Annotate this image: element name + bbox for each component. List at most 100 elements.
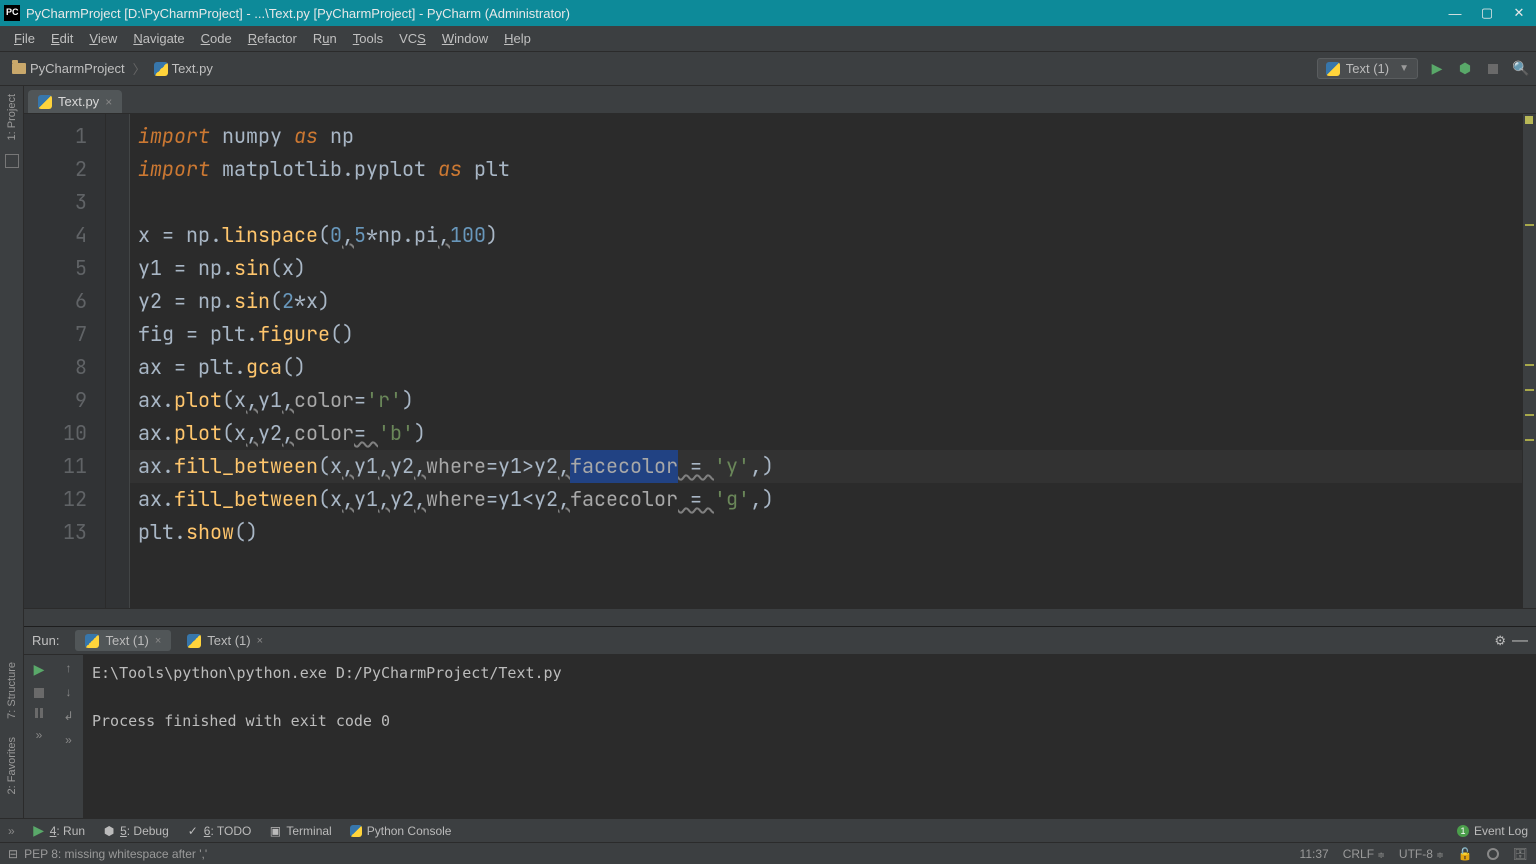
up-stack-button[interactable]: ↑: [66, 661, 72, 675]
warning-marker[interactable]: [1525, 364, 1534, 366]
line-number: 9: [30, 384, 87, 417]
soft-wrap-button[interactable]: ↲: [63, 709, 73, 723]
stop-run-button[interactable]: [34, 688, 44, 698]
status-bar: ⊟ PEP 8: missing whitespace after ',' 11…: [0, 842, 1536, 864]
menu-run[interactable]: Run: [305, 29, 345, 48]
minimize-panel-button[interactable]: —: [1512, 632, 1528, 650]
menu-refactor[interactable]: Refactor: [240, 29, 305, 48]
stop-button[interactable]: [1484, 60, 1502, 78]
python-icon: [85, 634, 99, 648]
play-icon: ▶: [1432, 60, 1443, 77]
python-console-tool-button[interactable]: Python Console: [350, 824, 452, 838]
maximize-button[interactable]: ▢: [1480, 6, 1494, 20]
line-number: 8: [30, 351, 87, 384]
close-tab-button[interactable]: ×: [155, 635, 161, 647]
expand-down-icon[interactable]: »: [36, 728, 43, 742]
search-icon: 🔍: [1512, 60, 1529, 77]
line-separator[interactable]: CRLF ≑: [1343, 847, 1385, 861]
minimize-button[interactable]: —: [1448, 6, 1462, 20]
run-side-toolbar-1: ▶ »: [24, 655, 54, 818]
play-icon: ▶: [33, 825, 45, 837]
run-config-label: Text (1): [1346, 61, 1389, 76]
python-icon: [350, 825, 362, 837]
bug-icon: ⬢: [103, 825, 115, 837]
run-tab-2[interactable]: Text (1) ×: [177, 630, 273, 651]
warning-marker[interactable]: [1525, 389, 1534, 391]
menu-help[interactable]: Help: [496, 29, 539, 48]
terminal-tool-button[interactable]: ▣Terminal: [269, 824, 331, 838]
run-tab-label: Text (1): [207, 633, 250, 648]
run-tool-button[interactable]: ▶4: 4: RunRun: [33, 824, 85, 838]
debug-button[interactable]: ⬢: [1456, 60, 1474, 78]
status-message: PEP 8: missing whitespace after ',': [24, 847, 207, 861]
line-number: 6: [30, 285, 87, 318]
menu-code[interactable]: Code: [193, 29, 240, 48]
run-tab-1[interactable]: Text (1) ×: [75, 630, 171, 651]
pycharm-icon: [4, 5, 20, 21]
close-tab-button[interactable]: ×: [105, 95, 112, 109]
console-line: E:\Tools\python\python.exe D:/PyCharmPro…: [92, 661, 1528, 685]
warning-marker[interactable]: [1525, 414, 1534, 416]
menu-file[interactable]: File: [6, 29, 43, 48]
warning-marker[interactable]: [1525, 439, 1534, 441]
favorites-tool-button[interactable]: 2: Favorites: [6, 733, 18, 798]
code-editor[interactable]: 1 2 3 4 5 6 7 8 9 10 11 12 13 import num…: [24, 114, 1536, 608]
todo-tool-button[interactable]: ✓6: TODO: [187, 824, 252, 838]
editor-tab-text-py[interactable]: Text.py ×: [28, 90, 122, 113]
lock-icon[interactable]: 🔓: [1458, 847, 1473, 861]
caret-position[interactable]: 11:37: [1300, 847, 1329, 861]
menu-edit[interactable]: Edit: [43, 29, 81, 48]
run-config-selector[interactable]: Text (1) ▼: [1317, 58, 1418, 79]
menu-tools[interactable]: Tools: [345, 29, 391, 48]
inspection-indicator-icon[interactable]: [1525, 116, 1533, 124]
project-tool-button[interactable]: 1: Project: [6, 90, 18, 144]
warning-marker[interactable]: [1525, 224, 1534, 226]
menu-window[interactable]: Window: [434, 29, 496, 48]
navigation-bar: PyCharmProject 〉 Text.py Text (1) ▼ ▶ ⬢ …: [0, 52, 1536, 86]
menu-view[interactable]: View: [81, 29, 125, 48]
run-header: Run: Text (1) × Text (1) × ⚙ —: [24, 627, 1536, 655]
editor-tab-label: Text.py: [58, 94, 99, 109]
memory-indicator-icon[interactable]: [1487, 848, 1499, 860]
structure-tool-button[interactable]: 7: Structure: [6, 658, 18, 723]
close-tab-button[interactable]: ×: [257, 635, 263, 647]
file-encoding[interactable]: UTF-8 ≑: [1399, 847, 1444, 861]
line-number: 1: [30, 120, 87, 153]
gear-icon[interactable]: ⚙: [1494, 633, 1506, 649]
line-number: 13: [30, 516, 87, 549]
run-console[interactable]: E:\Tools\python\python.exe D:/PyCharmPro…: [84, 655, 1536, 818]
editor-tabs: Text.py ×: [24, 86, 1536, 114]
run-button[interactable]: ▶: [1428, 60, 1446, 78]
line-number: 5: [30, 252, 87, 285]
close-button[interactable]: ✕: [1512, 6, 1526, 20]
python-icon: [1326, 62, 1340, 76]
down-stack-button[interactable]: ↓: [66, 685, 72, 699]
breadcrumb-project[interactable]: PyCharmProject: [6, 59, 131, 78]
menu-navigate[interactable]: Navigate: [125, 29, 192, 48]
main-area: 1: Project 7: Structure 2: Favorites Tex…: [0, 86, 1536, 818]
error-stripe[interactable]: [1522, 114, 1536, 608]
breadcrumb-file[interactable]: Text.py: [148, 59, 219, 78]
editor-area: Text.py × 1 2 3 4 5 6 7 8 9 10 11 12 13: [24, 86, 1536, 818]
menu-vcs[interactable]: VCS: [391, 29, 434, 48]
line-number: 11: [30, 450, 87, 483]
expand-icon[interactable]: »: [8, 824, 15, 838]
event-badge-icon: 1: [1457, 825, 1469, 837]
debug-tool-button[interactable]: ⬢5: Debug: [103, 824, 169, 838]
bug-icon: ⬢: [1459, 60, 1471, 77]
folder-icon: [12, 63, 26, 74]
collapse-status-icon[interactable]: ⊟: [8, 847, 18, 861]
expand-down-icon[interactable]: »: [65, 733, 72, 747]
line-number: 3: [30, 186, 87, 219]
run-title: Run:: [32, 633, 59, 648]
rerun-button[interactable]: ▶: [34, 661, 45, 678]
breadcrumb-file-label: Text.py: [172, 61, 213, 76]
fold-gutter: [106, 114, 130, 608]
event-log-button[interactable]: 1Event Log: [1457, 824, 1528, 838]
database-icon[interactable]: 🗄: [1513, 847, 1528, 861]
pause-button[interactable]: [35, 708, 43, 718]
search-everywhere-button[interactable]: 🔍: [1512, 60, 1530, 78]
code-content[interactable]: import numpy as np import matplotlib.pyp…: [130, 114, 1522, 608]
stop-icon: [1488, 64, 1498, 74]
collapse-icon[interactable]: [5, 154, 19, 168]
